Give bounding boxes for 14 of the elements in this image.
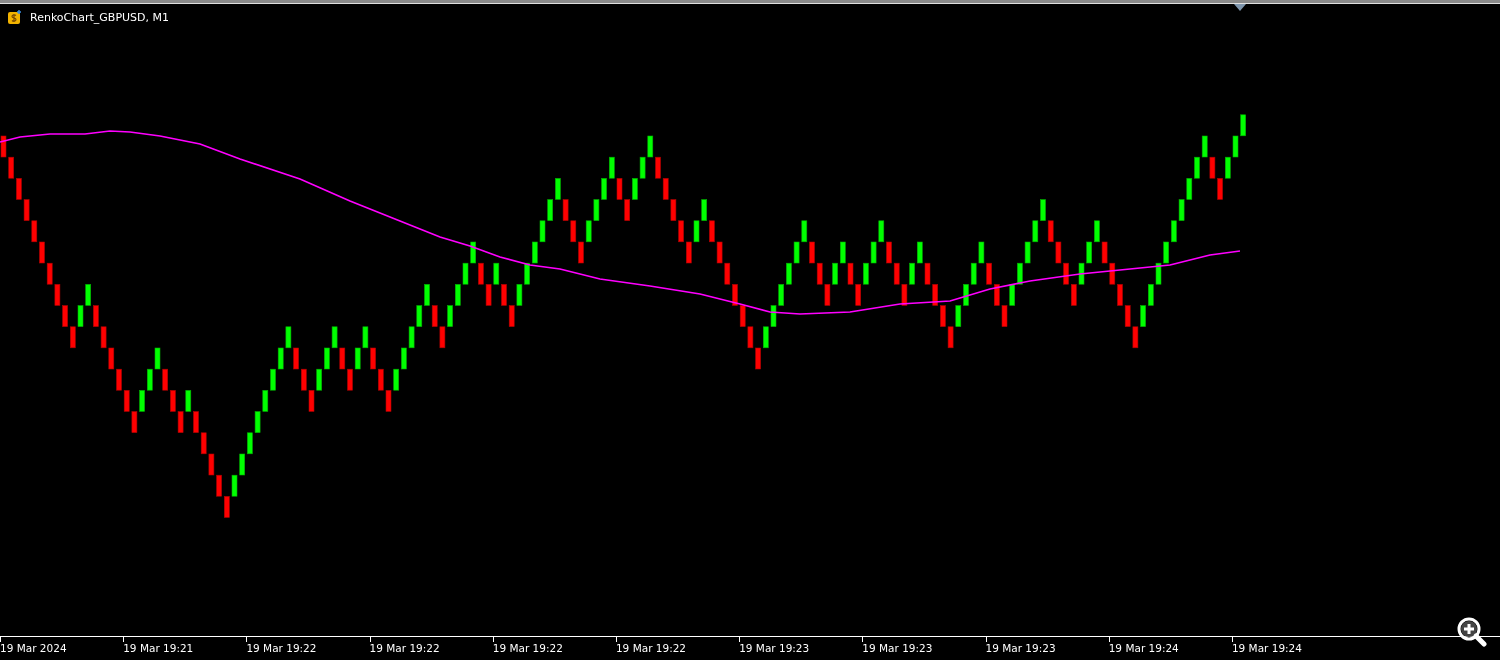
time-label: 19 Mar 19:24 [1231, 641, 1302, 654]
time-label: 19 Mar 19:23 [739, 641, 810, 654]
time-label: 19 Mar 19:22 [246, 641, 317, 654]
time-label: 19 Mar 19:24 [1108, 641, 1179, 654]
time-label: 19 Mar 19:22 [369, 641, 440, 654]
time-label: 19 Mar 2024 [0, 641, 67, 654]
window-title: RenkoChart_GBPUSD, M1 [30, 10, 169, 24]
time-label: 19 Mar 19:21 [123, 641, 194, 654]
time-label: 19 Mar 19:22 [615, 641, 687, 654]
dollar-icon [8, 10, 22, 24]
time-label: 19 Mar 19:23 [862, 641, 933, 654]
time-label: 19 Mar 19:23 [985, 641, 1056, 654]
time-label: 19 Mar 19:22 [492, 641, 563, 654]
zoom-in-icon[interactable] [1457, 617, 1487, 647]
